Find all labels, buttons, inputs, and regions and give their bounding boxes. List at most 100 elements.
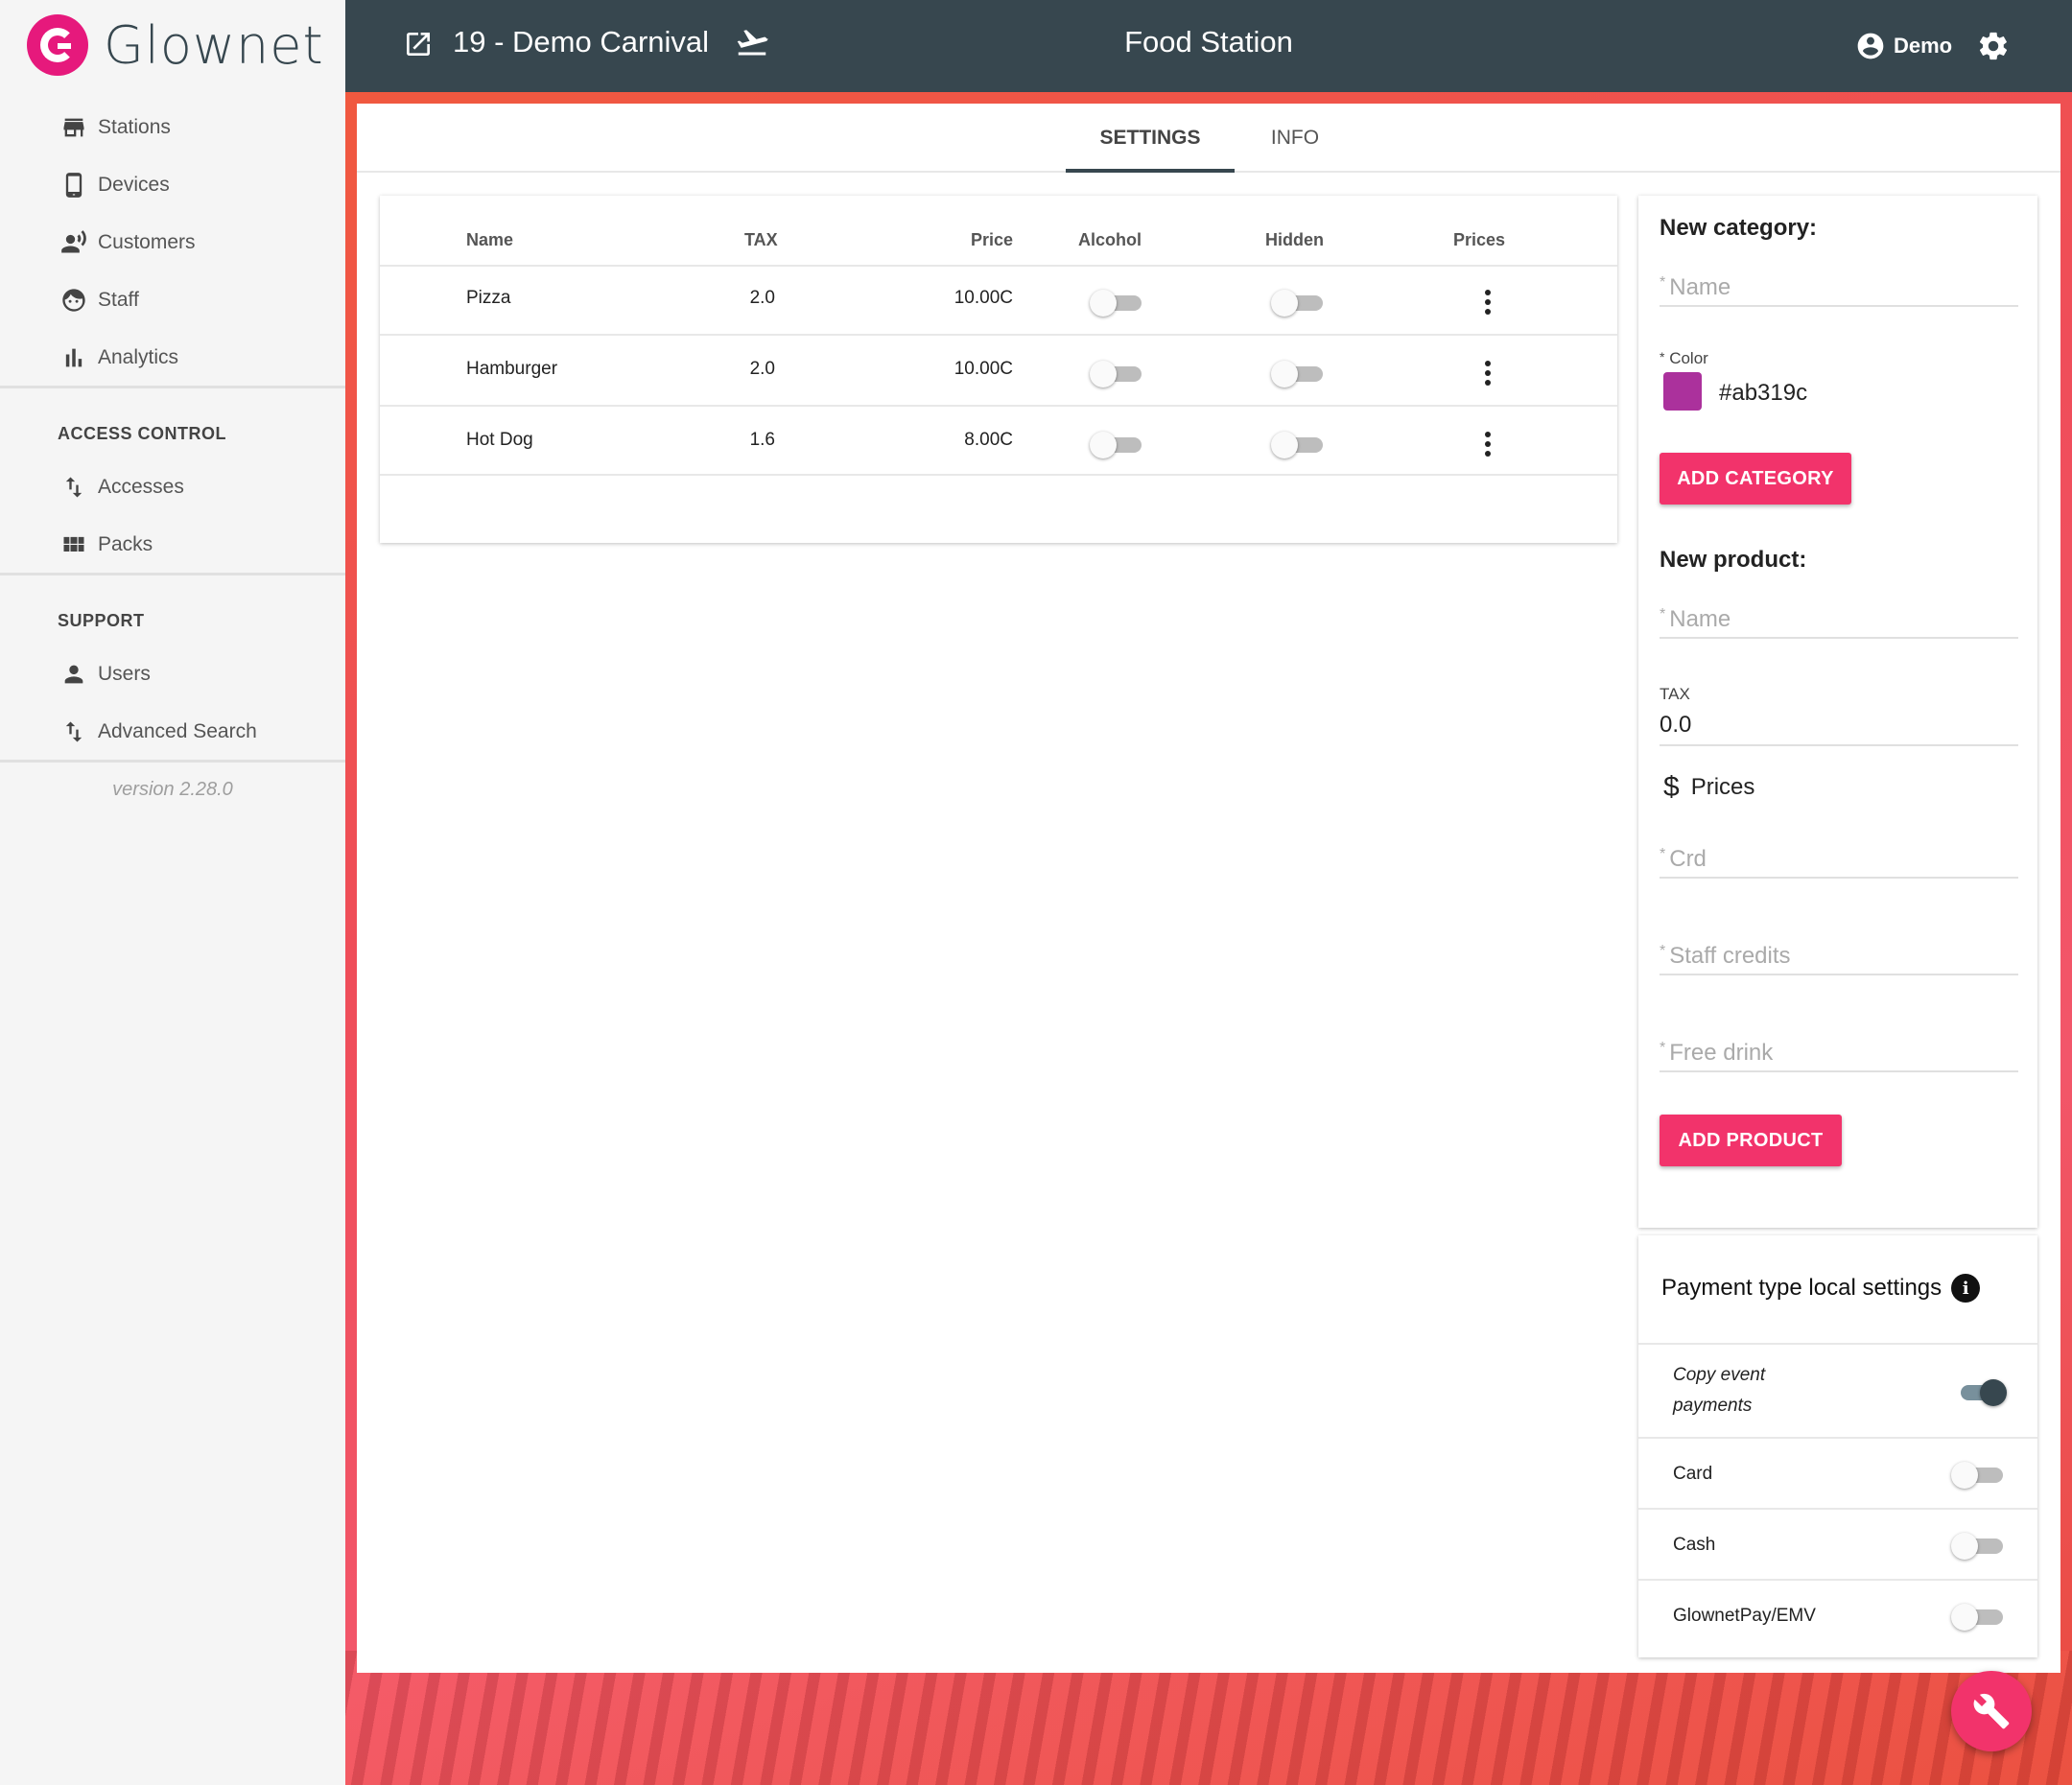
cell-price: 10.00C bbox=[954, 359, 1013, 379]
payment-row-glownetpay: GlownetPay/EMV bbox=[1638, 1579, 2037, 1650]
hidden-toggle[interactable] bbox=[1271, 286, 1325, 318]
swap-vertical-icon bbox=[59, 473, 88, 502]
cell-tax: 1.6 bbox=[749, 430, 775, 450]
flight-land-icon[interactable] bbox=[735, 25, 769, 59]
store-icon bbox=[59, 113, 88, 142]
account-circle-icon[interactable] bbox=[1855, 31, 1886, 61]
sidebar-item-label: Packs bbox=[98, 533, 153, 555]
product-name-field[interactable]: * Name bbox=[1660, 600, 2018, 639]
tab-settings[interactable]: SETTINGS bbox=[1066, 127, 1235, 150]
section-heading-support: SUPPORT bbox=[58, 611, 145, 630]
category-name-placeholder: Name bbox=[1669, 274, 1731, 300]
staff-credits-placeholder: Staff credits bbox=[1669, 943, 1791, 969]
logo-text: Glownet bbox=[104, 14, 324, 76]
column-header-price[interactable]: Price bbox=[917, 230, 1013, 250]
color-value[interactable]: #ab319c bbox=[1719, 380, 1807, 407]
sidebar-item-devices[interactable]: Devices bbox=[0, 156, 345, 214]
payment-row-cash: Cash bbox=[1638, 1508, 2037, 1579]
logo[interactable]: Glownet bbox=[27, 12, 324, 79]
prices-section: $ Prices bbox=[1663, 771, 1754, 804]
tab-bar: SETTINGS INFO bbox=[357, 104, 2060, 173]
copy-event-payments-toggle[interactable] bbox=[1951, 1375, 2007, 1408]
cell-price: 8.00C bbox=[964, 430, 1013, 450]
sidebar-item-stations[interactable]: Stations bbox=[0, 99, 345, 156]
glownetpay-label: GlownetPay/EMV bbox=[1673, 1606, 1816, 1626]
sidebar-item-label: Devices bbox=[98, 174, 170, 196]
grid-icon bbox=[59, 530, 88, 559]
person-icon bbox=[59, 660, 88, 689]
add-category-button[interactable]: ADD CATEGORY bbox=[1660, 453, 1851, 505]
tab-info[interactable]: INFO bbox=[1235, 127, 1355, 150]
column-header-alcohol[interactable]: Alcohol bbox=[1078, 230, 1142, 250]
sidebar-item-staff[interactable]: Staff bbox=[0, 271, 345, 329]
table-divider bbox=[380, 405, 1617, 407]
sidebar-item-analytics[interactable]: Analytics bbox=[0, 329, 345, 387]
cell-name: Hamburger bbox=[466, 359, 558, 379]
alcohol-toggle[interactable] bbox=[1090, 357, 1143, 389]
glownetpay-toggle[interactable] bbox=[1951, 1600, 2005, 1632]
category-name-field[interactable]: * Name bbox=[1660, 269, 2018, 307]
column-header-name[interactable]: Name bbox=[466, 230, 513, 250]
sidebar-divider bbox=[0, 760, 345, 763]
payment-row-card: Card bbox=[1638, 1437, 2037, 1508]
hidden-toggle[interactable] bbox=[1271, 357, 1325, 389]
create-panel: New category: * Name * Color #ab319c ADD … bbox=[1638, 196, 2037, 1228]
column-header-tax[interactable]: TAX bbox=[744, 230, 778, 250]
cash-toggle[interactable] bbox=[1951, 1529, 2005, 1562]
sidebar-item-label: Staff bbox=[98, 289, 139, 311]
free-drink-field[interactable]: * Free drink bbox=[1660, 1034, 2018, 1072]
column-header-prices[interactable]: Prices bbox=[1453, 230, 1505, 250]
sidebar-item-advanced-search[interactable]: Advanced Search bbox=[0, 703, 345, 761]
sidebar-item-users[interactable]: Users bbox=[0, 646, 345, 703]
info-icon[interactable]: i bbox=[1951, 1274, 1981, 1303]
add-product-button[interactable]: ADD PRODUCT bbox=[1660, 1115, 1842, 1166]
more-vert-icon[interactable] bbox=[1473, 428, 1502, 460]
phone-icon bbox=[59, 171, 88, 200]
face-icon bbox=[59, 286, 88, 315]
color-swatch[interactable] bbox=[1663, 372, 1702, 411]
table-divider bbox=[380, 334, 1617, 336]
sidebar-item-accesses[interactable]: Accesses bbox=[0, 458, 345, 516]
user-menu-label[interactable]: Demo bbox=[1894, 34, 1952, 59]
alcohol-toggle[interactable] bbox=[1090, 286, 1143, 318]
required-mark: * bbox=[1660, 274, 1666, 291]
hidden-toggle[interactable] bbox=[1271, 428, 1325, 460]
sidebar-item-label: Analytics bbox=[98, 346, 179, 368]
card-label: Card bbox=[1673, 1464, 1713, 1484]
more-vert-icon[interactable] bbox=[1473, 286, 1502, 318]
event-title[interactable]: 19 - Demo Carnival bbox=[453, 25, 709, 59]
cash-label: Cash bbox=[1673, 1535, 1716, 1555]
copy-event-payments-label: Copy event payments bbox=[1673, 1365, 1766, 1416]
page-title: Food Station bbox=[1124, 25, 1293, 59]
alcohol-toggle[interactable] bbox=[1090, 428, 1143, 460]
card-toggle[interactable] bbox=[1951, 1458, 2005, 1491]
cell-name: Hot Dog bbox=[466, 430, 533, 450]
wrench-icon bbox=[1973, 1693, 2010, 1729]
table-divider bbox=[380, 474, 1617, 476]
active-tab-indicator bbox=[1066, 169, 1235, 173]
column-header-hidden[interactable]: Hidden bbox=[1265, 230, 1324, 250]
table-divider bbox=[380, 265, 1617, 267]
sidebar-item-label: Advanced Search bbox=[98, 720, 257, 742]
product-name-placeholder: Name bbox=[1669, 606, 1731, 632]
tax-field[interactable]: 0.0 bbox=[1660, 704, 2018, 746]
sidebar-divider bbox=[0, 573, 345, 575]
crd-field[interactable]: * Crd bbox=[1660, 840, 2018, 879]
sidebar-item-packs[interactable]: Packs bbox=[0, 516, 345, 574]
new-product-heading: New product: bbox=[1660, 547, 1807, 573]
top-bar: 19 - Demo Carnival Food Station Demo bbox=[345, 0, 2072, 92]
prices-label: Prices bbox=[1690, 774, 1755, 800]
crd-placeholder: Crd bbox=[1669, 846, 1707, 872]
more-vert-icon[interactable] bbox=[1473, 357, 1502, 389]
gear-icon[interactable] bbox=[1976, 29, 2011, 63]
sidebar-item-customers[interactable]: Customers bbox=[0, 214, 345, 271]
wrench-fab-button[interactable] bbox=[1951, 1671, 2032, 1751]
products-table: Name TAX Price Alcohol Hidden Prices Piz… bbox=[380, 196, 1617, 543]
staff-credits-field[interactable]: * Staff credits bbox=[1660, 937, 2018, 975]
open-external-icon[interactable] bbox=[403, 29, 434, 59]
customer-voice-icon bbox=[59, 228, 88, 257]
dollar-icon: $ bbox=[1663, 771, 1680, 803]
tax-label: TAX bbox=[1660, 685, 1690, 703]
cell-price: 10.00C bbox=[954, 288, 1013, 308]
sidebar-divider bbox=[0, 386, 345, 388]
